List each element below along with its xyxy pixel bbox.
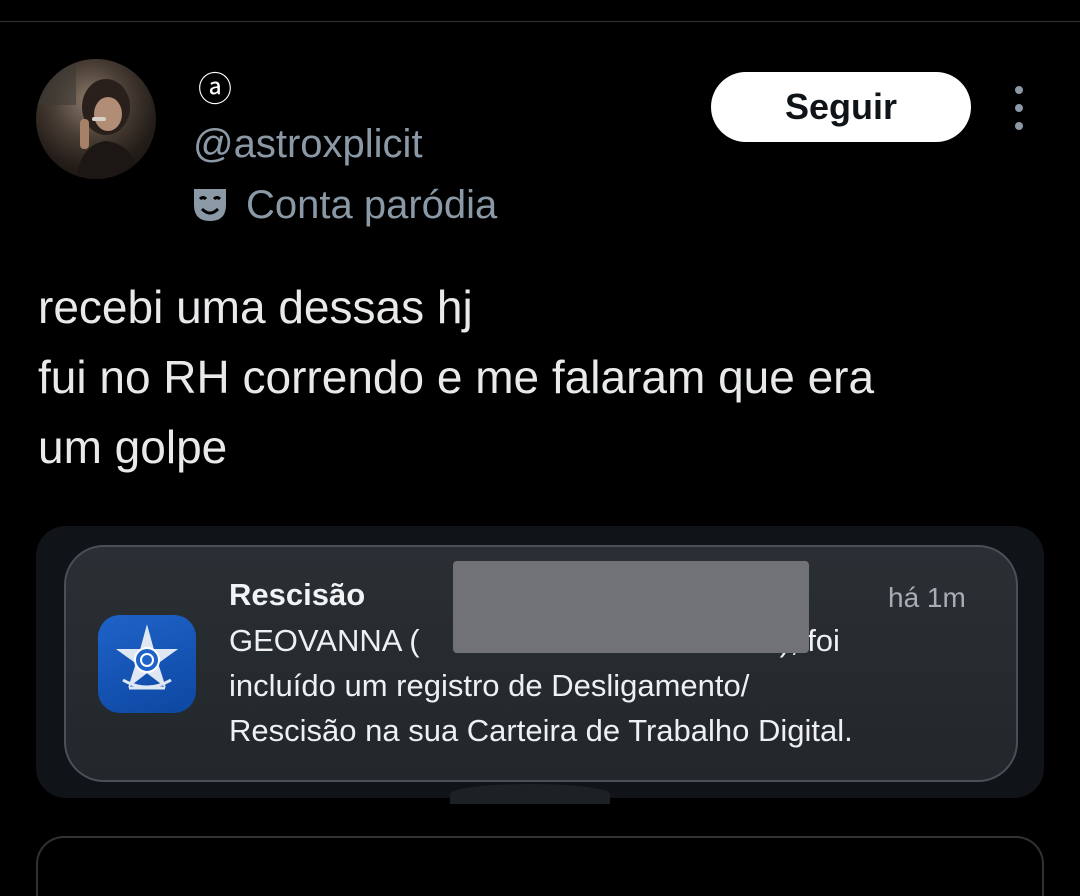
notification-body-line: Rescisão na sua Carteira de Trabalho Dig…: [229, 713, 853, 748]
follow-button[interactable]: Seguir: [711, 72, 971, 142]
tweet-text-line: fui no RH correndo e me falaram que era: [38, 351, 875, 403]
user-handle[interactable]: @astroxplicit: [193, 120, 423, 168]
top-divider: [0, 21, 1080, 22]
avatar[interactable]: [36, 59, 156, 179]
tweet-text-line: recebi uma dessas hj: [38, 281, 473, 333]
brazil-coat-of-arms-icon: [115, 624, 179, 690]
app-icon: [98, 615, 196, 713]
media-bottom-shape: [450, 784, 610, 804]
more-options-icon[interactable]: [1004, 86, 1034, 130]
parody-label: Conta paródia: [246, 182, 498, 227]
notification-title: Rescisão: [229, 577, 366, 612]
parody-account-badge: Conta paródia: [190, 180, 497, 230]
next-card[interactable]: [36, 836, 1044, 896]
tweet-text: recebi uma dessas hj fui no RH correndo …: [38, 272, 1048, 482]
display-name-symbol[interactable]: ⓐ: [193, 68, 237, 112]
theater-mask-icon: [194, 189, 226, 221]
notification-body-line: incluído um registro de Desligamento/: [229, 668, 750, 703]
notification-body-start: GEOVANNA (: [229, 623, 420, 658]
notification-time: há 1m: [888, 582, 966, 613]
tweet-text-line: um golpe: [38, 421, 228, 473]
redaction-box: [453, 561, 809, 653]
avatar-photo: [36, 59, 140, 179]
